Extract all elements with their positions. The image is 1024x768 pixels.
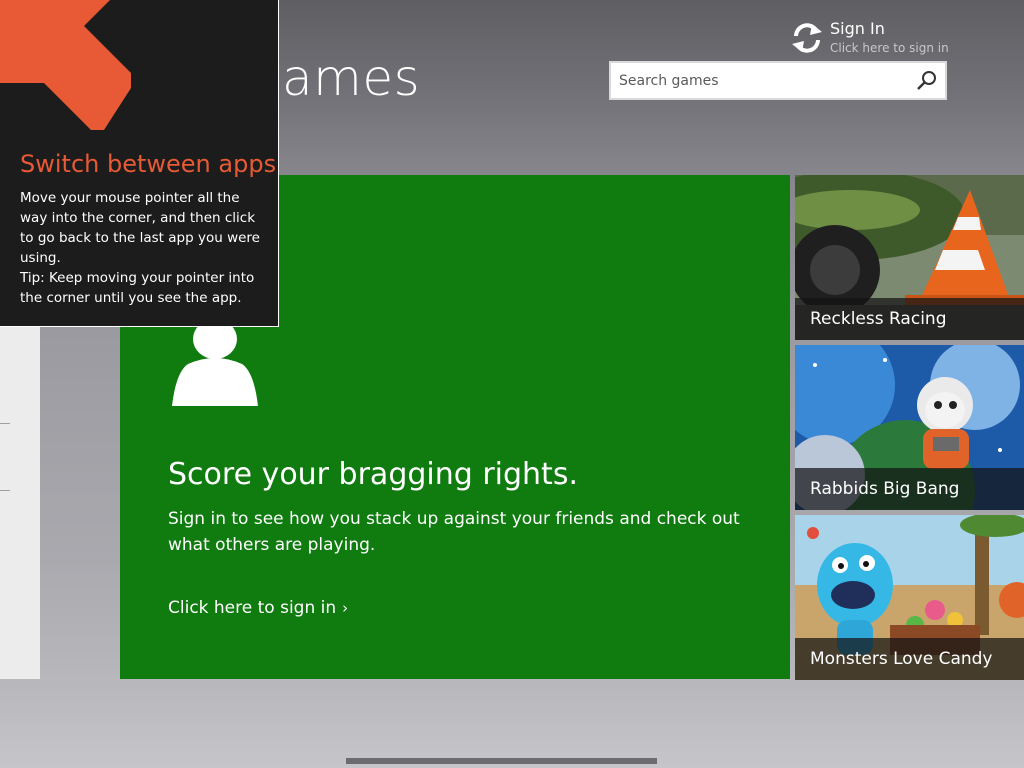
sign-in-subtitle: Click here to sign in [830,41,949,55]
tile-label: Rabbids Big Bang [810,479,960,499]
search-icon[interactable] [915,69,939,93]
hero-description: Sign in to see how you stack up against … [168,509,740,555]
tile-label: Monsters Love Candy [810,649,993,669]
game-tile-monsters-love-candy[interactable]: Monsters Love Candy [795,515,1024,680]
search-input[interactable] [611,63,919,98]
left-panel [0,326,40,679]
sync-icon [792,23,822,53]
page-title: ames [282,49,421,107]
switch-apps-tooltip: Switch between apps Move your mouse poin… [0,0,279,327]
tooltip-body: Move your mouse pointer all the way into… [20,188,266,308]
horizontal-scrollbar[interactable] [346,758,657,764]
tile-caption: Monsters Love Candy [795,638,1024,680]
hero-sign-in-link[interactable]: Click here to sign in › [168,596,348,620]
tooltip-title: Switch between apps [20,150,277,178]
game-tile-rabbids-big-bang[interactable]: Rabbids Big Bang [795,345,1024,510]
tile-caption: Rabbids Big Bang [795,468,1024,510]
panel-divider [0,423,10,424]
tile-label: Reckless Racing [810,309,947,329]
search-box [609,61,947,100]
tile-caption: Reckless Racing [795,298,1024,340]
panel-divider [0,490,10,491]
tooltip-tip: Tip: Keep moving your pointer into the c… [20,270,255,306]
person-icon [172,320,258,406]
arrow-up-left-icon [0,0,131,130]
hero-title: Score your bragging rights. [168,457,578,492]
hero-link-label: Click here to sign in [168,598,337,618]
game-tile-reckless-racing[interactable]: Reckless Racing [795,175,1024,340]
sign-in-title: Sign In [830,19,885,38]
tooltip-instruction: Move your mouse pointer all the way into… [20,190,260,266]
chevron-right-icon: › [342,599,349,617]
sign-in-button[interactable]: Sign In Click here to sign in [788,18,958,58]
